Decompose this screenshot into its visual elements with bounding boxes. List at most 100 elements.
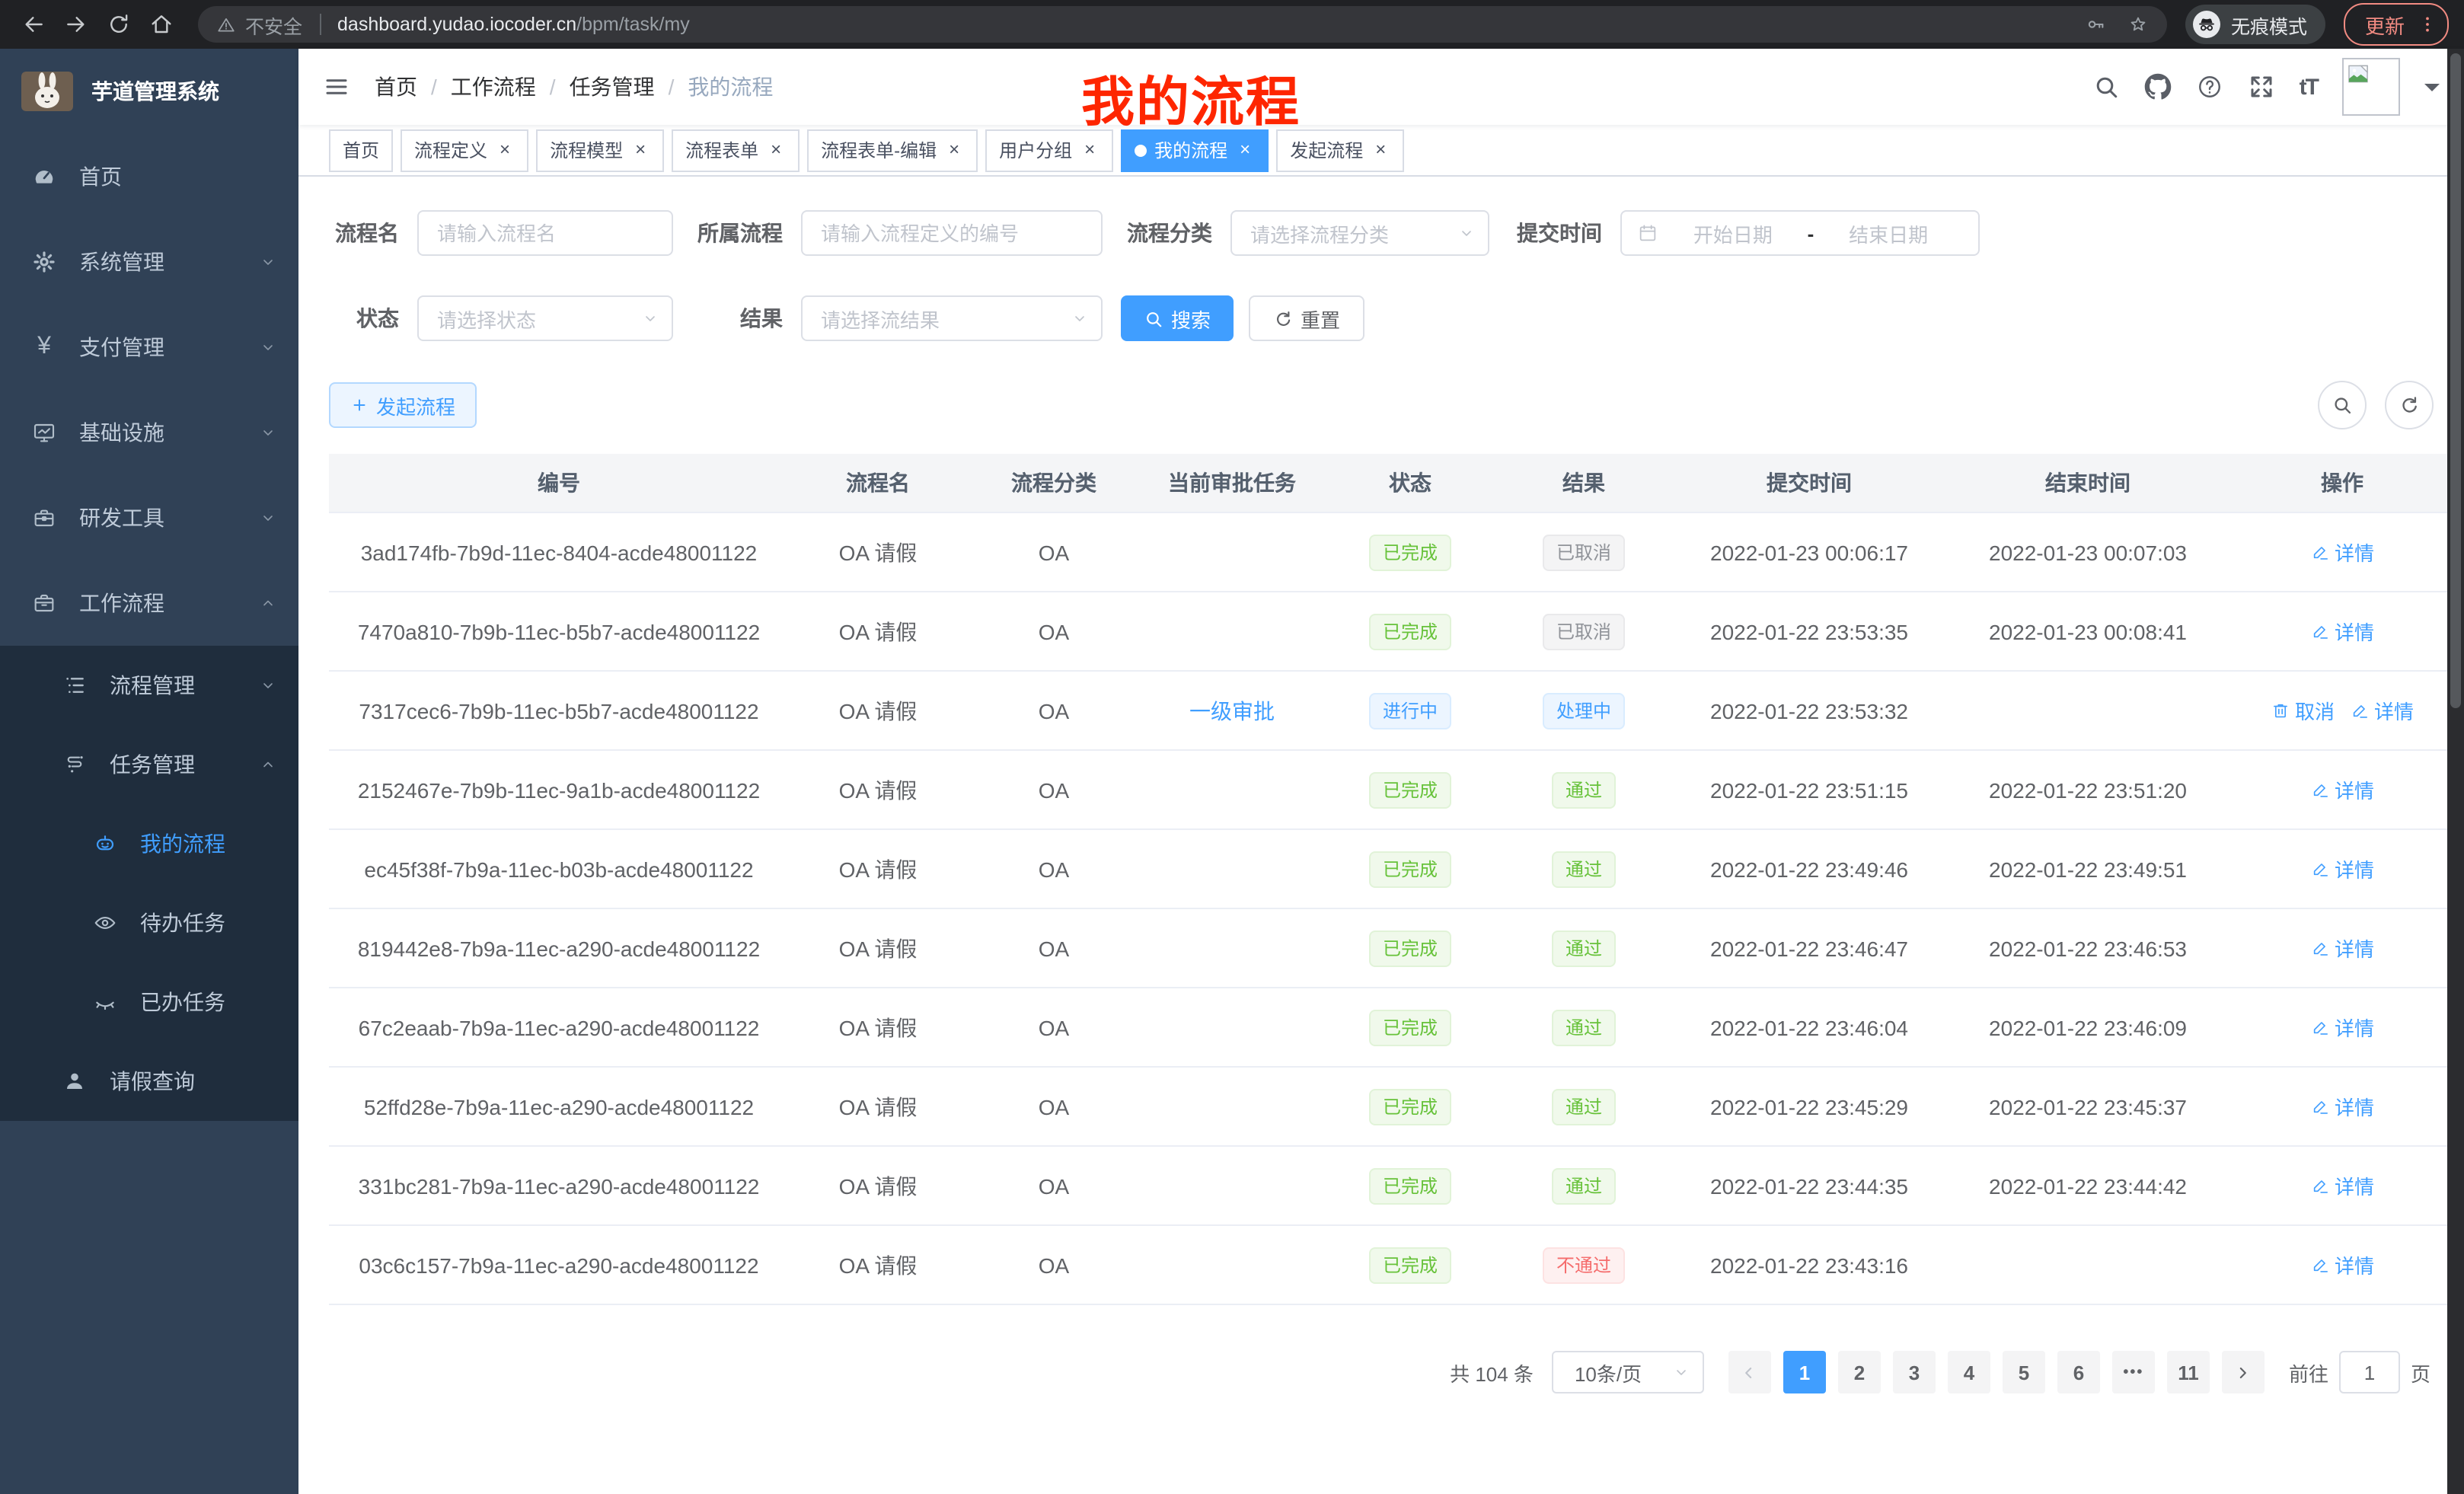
parent-process-input[interactable] [801, 210, 1103, 256]
process-name-input[interactable] [417, 210, 673, 256]
detail-link[interactable]: 详情 [2310, 934, 2374, 962]
back-icon[interactable] [15, 6, 52, 43]
scrollbar-thumb[interactable] [2450, 53, 2461, 708]
sidebar-item-payment[interactable]: ¥支付管理 [0, 305, 298, 390]
sidebar-item-infrastructure[interactable]: 基础设施 [0, 390, 298, 475]
github-icon[interactable] [2144, 73, 2172, 101]
current-task-cell [1141, 750, 1323, 829]
submit-time-range[interactable]: 开始日期 - 结束日期 [1620, 210, 1980, 256]
result-select[interactable]: 请选择流结果 [801, 295, 1103, 341]
detail-link[interactable]: 详情 [2350, 696, 2414, 725]
toggle-search-button[interactable] [2318, 381, 2367, 429]
page-button[interactable]: 1 [1783, 1351, 1826, 1393]
key-icon[interactable] [2085, 14, 2106, 35]
prev-page-button[interactable] [1728, 1351, 1771, 1393]
forward-icon[interactable] [58, 6, 94, 43]
cancel-link[interactable]: 取消 [2271, 696, 2335, 725]
column-header: 当前审批任务 [1141, 454, 1323, 512]
sidebar-item-label: 系统管理 [79, 247, 259, 277]
detail-link[interactable]: 详情 [2310, 1250, 2374, 1279]
sidebar-item-workflow[interactable]: 工作流程 [0, 560, 298, 646]
tab-process-form-edit[interactable]: 流程表单-编辑× [807, 129, 978, 171]
sidebar-item-leave-query[interactable]: 请假查询 [0, 1042, 298, 1121]
search-button[interactable]: 搜索 [1121, 295, 1234, 341]
start-date-placeholder[interactable]: 开始日期 [1658, 219, 1808, 247]
next-page-button[interactable] [2222, 1351, 2265, 1393]
sidebar-item-process-mgmt[interactable]: 流程管理 [0, 646, 298, 725]
detail-link[interactable]: 详情 [2310, 1171, 2374, 1200]
sidebar-item-dev-tools[interactable]: 研发工具 [0, 475, 298, 560]
home-icon[interactable] [143, 6, 180, 43]
url-bar[interactable]: 不安全 dashboard.yudao.iocoder.cn/bpm/task/… [198, 6, 2167, 43]
avatar[interactable] [2342, 58, 2400, 116]
tab-label: 流程表单 [685, 137, 758, 163]
page-button[interactable]: 6 [2057, 1351, 2100, 1393]
close-tab-icon[interactable]: × [1235, 140, 1255, 160]
page-button[interactable]: 5 [2003, 1351, 2045, 1393]
sidebar-item-home[interactable]: 首页 [0, 134, 298, 219]
tab-process-form[interactable]: 流程表单 × [672, 129, 800, 171]
category-select[interactable]: 请选择流程分类 [1230, 210, 1489, 256]
end-date-placeholder[interactable]: 结束日期 [1814, 219, 1963, 247]
result-cell: 通过 [1497, 829, 1671, 908]
search-icon[interactable] [2092, 73, 2120, 101]
close-tab-icon[interactable]: × [766, 140, 786, 160]
sidebar-item-my-process[interactable]: 我的流程 [0, 804, 298, 883]
sidebar-item-todo-tasks[interactable]: 待办任务 [0, 883, 298, 962]
page-button[interactable]: 4 [1948, 1351, 1990, 1393]
tab-start-process[interactable]: 发起流程× [1276, 129, 1404, 171]
fontsize-icon[interactable]: tT [2300, 75, 2318, 98]
detail-link[interactable]: 详情 [2310, 617, 2374, 646]
tab-process-model[interactable]: 流程模型× [536, 129, 664, 171]
menu-dots-icon[interactable] [2417, 14, 2438, 35]
close-tab-icon[interactable]: × [944, 140, 964, 160]
refresh-table-button[interactable] [2385, 381, 2434, 429]
close-tab-icon[interactable]: × [1080, 140, 1100, 160]
page-button[interactable]: 2 [1838, 1351, 1881, 1393]
date-separator: - [1808, 222, 1814, 244]
chevron-down-icon [259, 676, 277, 694]
tab-home[interactable]: 首页 [329, 129, 393, 171]
tab-my-process[interactable]: 我的流程× [1121, 129, 1269, 171]
start-process-button[interactable]: 发起流程 [329, 382, 477, 428]
question-icon[interactable] [2196, 73, 2223, 101]
reset-button[interactable]: 重置 [1249, 295, 1364, 341]
url-text[interactable]: dashboard.yudao.iocoder.cn/bpm/task/my [337, 14, 690, 35]
update-button[interactable]: 更新 [2344, 3, 2449, 46]
page-size-select[interactable]: 10条/页 [1552, 1351, 1704, 1393]
close-tab-icon[interactable]: × [630, 140, 650, 160]
status-select[interactable]: 请选择状态 [417, 295, 673, 341]
sidebar-item-system[interactable]: 系统管理 [0, 219, 298, 305]
detail-link[interactable]: 详情 [2310, 538, 2374, 567]
tab-process-definition[interactable]: 流程定义× [401, 129, 528, 171]
hamburger-icon[interactable] [323, 73, 350, 101]
goto-page-input[interactable] [2339, 1351, 2400, 1393]
sidebar-item-done-tasks[interactable]: 已办任务 [0, 962, 298, 1042]
breadcrumb-item[interactable]: 首页 [375, 72, 417, 102]
fullscreen-icon[interactable] [2248, 73, 2275, 101]
screen: 不安全 dashboard.yudao.iocoder.cn/bpm/task/… [0, 0, 2464, 1494]
chevron-down-icon[interactable] [2424, 83, 2440, 98]
detail-link[interactable]: 详情 [2310, 854, 2374, 883]
close-tab-icon[interactable]: × [1371, 140, 1390, 160]
breadcrumb-item[interactable]: 工作流程 [451, 72, 536, 102]
app-logo[interactable]: 芋道管理系统 [0, 49, 298, 134]
tab-user-group[interactable]: 用户分组× [985, 129, 1113, 171]
close-tab-icon[interactable]: × [495, 140, 515, 160]
security-label[interactable]: 不安全 [245, 10, 302, 39]
breadcrumb-item[interactable]: 任务管理 [570, 72, 655, 102]
current-task-link[interactable]: 一级审批 [1189, 698, 1275, 723]
filter-label-parent-process: 所属流程 [688, 218, 801, 248]
detail-link[interactable]: 详情 [2310, 1013, 2374, 1042]
browser-scrollbar[interactable] [2447, 49, 2464, 1494]
refresh-icon [2399, 394, 2420, 416]
page-button[interactable]: 3 [1893, 1351, 1936, 1393]
star-icon[interactable] [2127, 14, 2149, 35]
detail-link[interactable]: 详情 [2310, 775, 2374, 804]
more-pages-button[interactable]: ••• [2112, 1351, 2155, 1393]
process-id: ec45f38f-7b9a-11ec-b03b-acde48001122 [329, 829, 789, 908]
sidebar-item-task-mgmt[interactable]: 任务管理 [0, 725, 298, 804]
page-button[interactable]: 11 [2167, 1351, 2210, 1393]
detail-link[interactable]: 详情 [2310, 1092, 2374, 1121]
reload-icon[interactable] [101, 6, 137, 43]
